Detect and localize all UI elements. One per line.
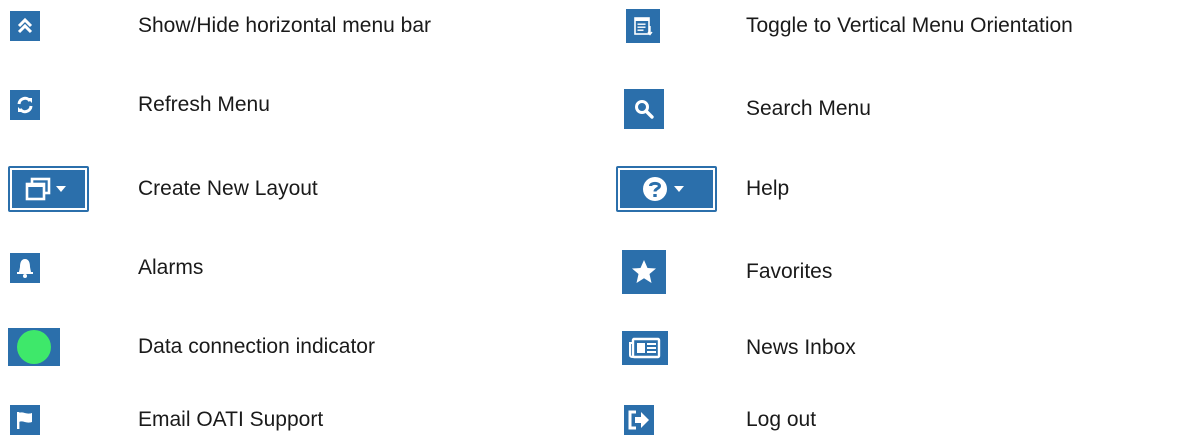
legend-label: Create New Layout — [138, 177, 318, 200]
legend-row-favorites: Favorites — [616, 250, 1186, 294]
legend-row-create-layout: Create New Layout — [8, 166, 568, 212]
legend-row-refresh-menu: Refresh Menu — [8, 83, 568, 127]
legend-row-show-hide-menu: Show/Hide horizontal menu bar — [8, 4, 568, 48]
legend-label: Search Menu — [746, 97, 871, 120]
help-question-dropdown-icon[interactable] — [616, 166, 717, 212]
star-icon[interactable] — [622, 250, 666, 294]
flag-icon[interactable] — [10, 405, 40, 435]
green-dot-icon — [8, 328, 60, 366]
legend-row-news-inbox: News Inbox — [616, 326, 1186, 370]
legend-label: Email OATI Support — [138, 408, 324, 431]
double-chevron-up-icon[interactable] — [10, 11, 40, 41]
search-icon[interactable] — [624, 89, 664, 129]
legend-label: Help — [746, 177, 790, 200]
icon-legend: Show/Hide horizontal menu bar Refresh Me… — [0, 0, 1190, 445]
vertical-menu-toggle-icon[interactable] — [626, 9, 660, 43]
legend-label: Toggle to Vertical Menu Orientation — [746, 14, 1073, 37]
bell-icon[interactable] — [10, 253, 40, 283]
legend-label: Favorites — [746, 260, 833, 283]
legend-label: Log out — [746, 408, 817, 431]
legend-row-email-support: Email OATI Support — [8, 398, 568, 442]
refresh-icon[interactable] — [10, 90, 40, 120]
legend-row-search-menu: Search Menu — [616, 87, 1186, 131]
legend-label: Alarms — [138, 256, 204, 279]
sign-out-arrow-icon[interactable] — [624, 405, 654, 435]
legend-label: News Inbox — [746, 336, 856, 359]
legend-row-help: Help — [616, 166, 1186, 212]
legend-row-toggle-vertical: Toggle to Vertical Menu Orientation — [616, 4, 1186, 48]
legend-label: Data connection indicator — [138, 335, 375, 358]
newspaper-icon[interactable] — [622, 331, 668, 365]
legend-label: Show/Hide horizontal menu bar — [138, 14, 431, 37]
legend-label: Refresh Menu — [138, 93, 270, 116]
legend-row-alarms: Alarms — [8, 246, 568, 290]
new-layout-window-dropdown-icon[interactable] — [8, 166, 89, 212]
legend-row-data-connection: Data connection indicator — [8, 325, 568, 369]
legend-row-log-out: Log out — [616, 398, 1186, 442]
